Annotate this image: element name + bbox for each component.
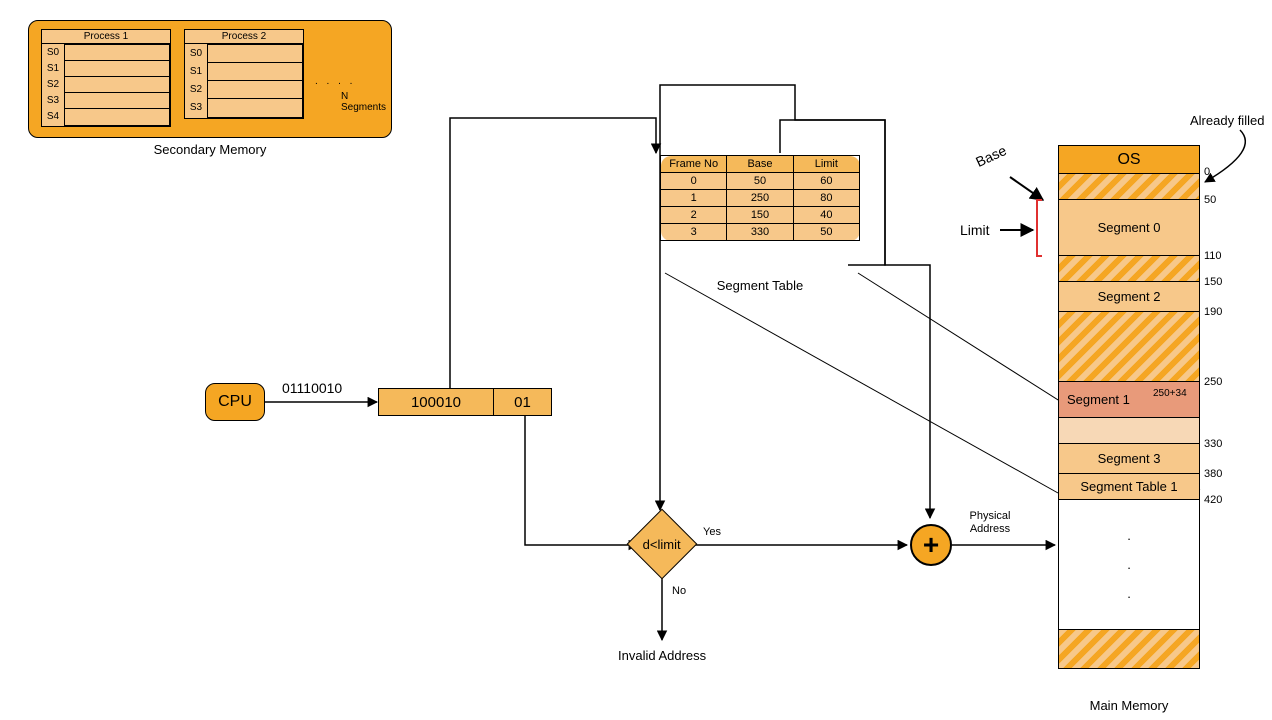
seg-header-frame: Frame No: [661, 156, 727, 173]
mem-gap-bottom: [1059, 630, 1199, 668]
st-r3-c1: 330: [727, 224, 793, 241]
p1-s2-label: S2: [42, 76, 64, 92]
segment-table-title: Segment Table: [660, 278, 860, 293]
mem-seg1-bottom: [1059, 418, 1199, 444]
st-r3-c2: 50: [793, 224, 859, 241]
addr-250: 250: [1204, 376, 1222, 388]
st-r0-c2: 60: [793, 173, 859, 190]
seg-header-base: Base: [727, 156, 793, 173]
p2-s0-label: S0: [185, 44, 207, 62]
p2-s3-label: S3: [185, 98, 207, 116]
limit-label: Limit: [960, 222, 990, 238]
invalid-address-label: Invalid Address: [618, 648, 706, 663]
st-r1-c1: 250: [727, 190, 793, 207]
process1-box: Process 1 S0 S1 S2 S3 S4: [41, 29, 171, 127]
p2-s1-label: S1: [185, 62, 207, 80]
mem-seg2: Segment 2: [1059, 282, 1199, 312]
process2-table: S0 S1 S2 S3: [185, 44, 303, 118]
st-r0-c0: 0: [661, 173, 727, 190]
logical-address: 100010 01: [378, 388, 552, 416]
addr-0: 0: [1204, 166, 1210, 178]
cpu-box: CPU: [205, 383, 265, 421]
st-r1-c2: 80: [793, 190, 859, 207]
main-memory-column: OS Segment 0 Segment 2 Segment 1 Segment…: [1058, 145, 1200, 669]
seg1-offset-label: 250+34: [1153, 388, 1187, 399]
st-r1-c0: 1: [661, 190, 727, 207]
mem-segtable1: Segment Table 1: [1059, 474, 1199, 500]
mem-dots: ...: [1059, 500, 1199, 630]
decision-yes: Yes: [703, 526, 721, 538]
decision-diamond: d<limit: [627, 509, 697, 579]
decision-no: No: [672, 585, 686, 597]
dots: . . . .: [315, 76, 355, 87]
already-filled-label: Already filled: [1190, 113, 1264, 128]
p1-s4-label: S4: [42, 108, 64, 124]
st-r3-c0: 3: [661, 224, 727, 241]
p1-s3-label: S3: [42, 92, 64, 108]
addr-110: 110: [1204, 250, 1222, 262]
addr-190: 190: [1204, 306, 1222, 318]
secondary-memory-box: Process 1 S0 S1 S2 S3 S4 Process 2 S0: [28, 20, 392, 138]
process2-title: Process 2: [185, 30, 303, 44]
process2-box: Process 2 S0 S1 S2 S3: [184, 29, 304, 119]
cpu-bits: 01110010: [282, 380, 342, 396]
mem-gap-2: [1059, 256, 1199, 282]
mem-seg3: Segment 3: [1059, 444, 1199, 474]
process1-title: Process 1: [42, 30, 170, 44]
main-memory-title: Main Memory: [1058, 698, 1200, 713]
mem-os: OS: [1059, 146, 1199, 174]
segment-table: Frame No Base Limit 05060 125080 215040 …: [660, 155, 860, 241]
addr-330: 330: [1204, 438, 1222, 450]
secondary-memory-title: Secondary Memory: [28, 142, 392, 157]
mem-seg0: Segment 0: [1059, 200, 1199, 256]
adder-circle: +: [910, 524, 952, 566]
p1-s1-label: S1: [42, 60, 64, 76]
addr-50: 50: [1204, 194, 1216, 206]
st-r2-c0: 2: [661, 207, 727, 224]
addr-150: 150: [1204, 276, 1222, 288]
mem-gap-1: [1059, 174, 1199, 200]
st-r2-c2: 40: [793, 207, 859, 224]
addr-380: 380: [1204, 468, 1222, 480]
p2-s2-label: S2: [185, 80, 207, 98]
st-r2-c1: 150: [727, 207, 793, 224]
logical-address-left: 100010: [378, 388, 494, 416]
physical-address-label: Physical Address: [955, 510, 1025, 536]
process1-table: S0 S1 S2 S3 S4: [42, 44, 170, 126]
seg-header-limit: Limit: [793, 156, 859, 173]
st-r0-c1: 50: [727, 173, 793, 190]
decision-cond: d<limit: [643, 537, 681, 552]
mem-seg1-text: Segment 1: [1067, 392, 1130, 407]
n-segments-label: N Segments: [341, 91, 391, 113]
mem-gap-3: [1059, 312, 1199, 382]
addr-420: 420: [1204, 494, 1222, 506]
logical-address-right: 01: [494, 388, 552, 416]
base-label: Base: [973, 142, 1009, 170]
p1-s0-label: S0: [42, 44, 64, 60]
